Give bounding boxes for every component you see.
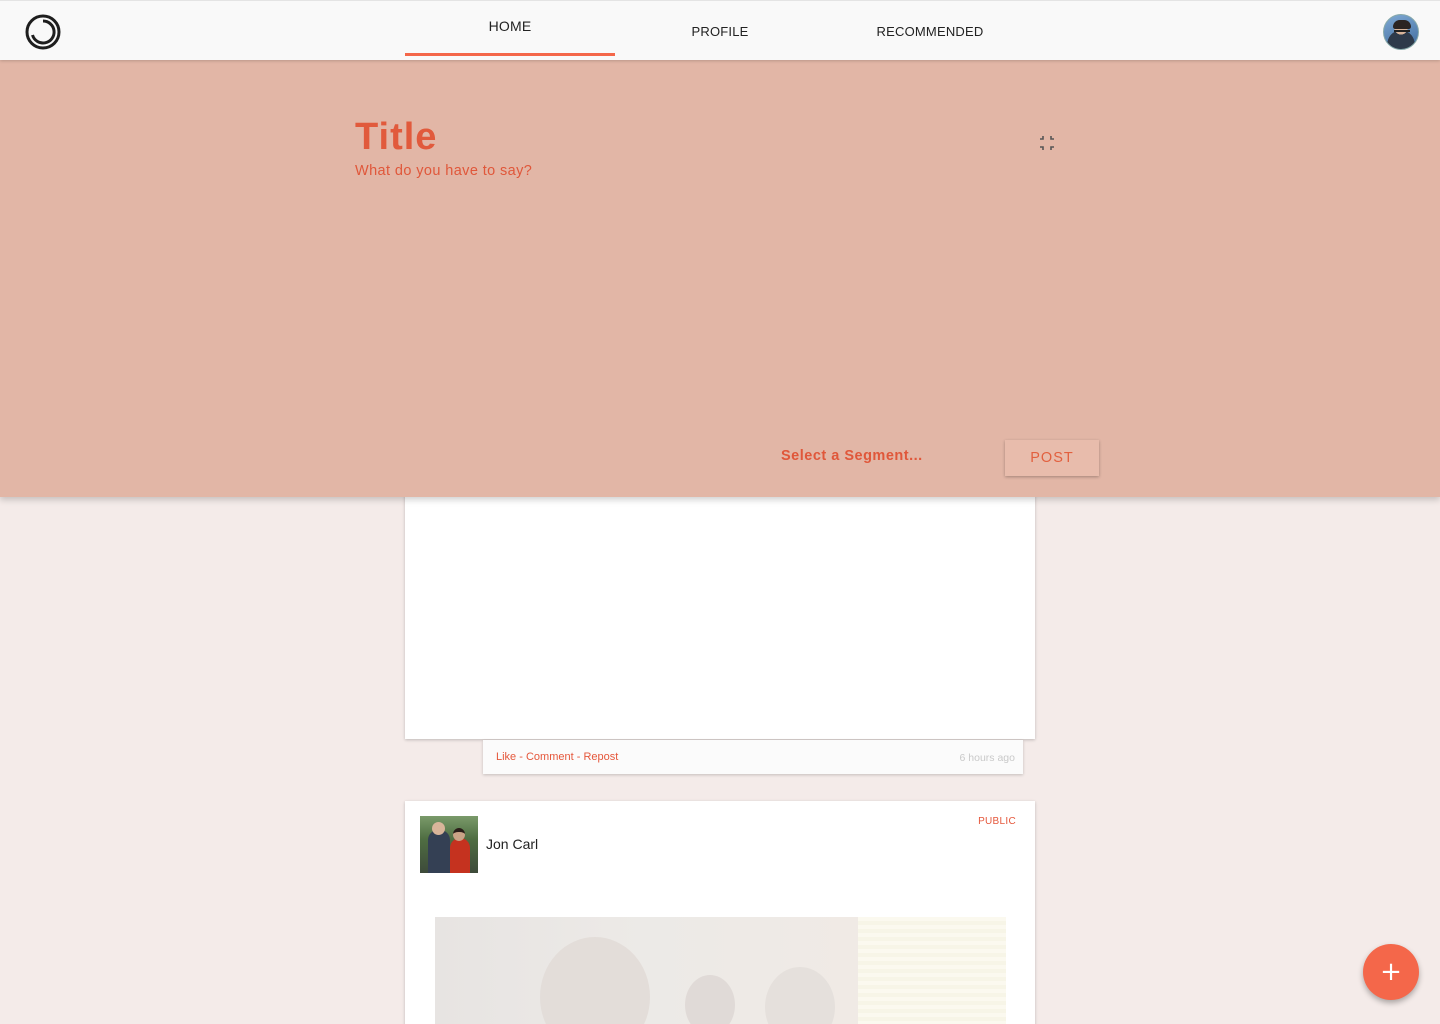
visibility-badge: PUBLIC — [978, 816, 1016, 827]
post-actions-bar: Like - Comment - Repost 6 hours ago — [483, 740, 1023, 774]
comment-link[interactable]: Comment — [526, 751, 574, 763]
post-image[interactable] — [435, 917, 1006, 1024]
title-input[interactable]: Title — [355, 116, 437, 159]
tab-home[interactable]: HOME — [405, 0, 615, 56]
action-separator: - — [573, 751, 584, 763]
repost-link[interactable]: Repost — [583, 751, 618, 763]
compose-panel: Title What do you have to say? Select a … — [0, 60, 1440, 497]
user-avatar[interactable] — [1383, 14, 1419, 50]
plus-icon: + — [1380, 957, 1402, 987]
post-card: Jon Carl PUBLIC — [405, 801, 1035, 1024]
post-timestamp: 6 hours ago — [959, 752, 1015, 764]
tab-home-label: HOME — [488, 18, 532, 34]
segment-select[interactable]: Select a Segment... — [781, 448, 923, 464]
tab-recommended[interactable]: RECOMMENDED — [825, 1, 1035, 61]
tab-recommended-label: RECOMMENDED — [876, 23, 984, 39]
author-name[interactable]: Jon Carl — [486, 836, 538, 852]
add-post-button[interactable]: + — [1363, 944, 1419, 1000]
post-card — [405, 470, 1035, 739]
top-nav-bar: HOME PROFILE RECOMMENDED — [0, 0, 1440, 60]
post-actions: Like - Comment - Repost — [496, 751, 618, 763]
post-button[interactable]: POST — [1005, 440, 1099, 476]
tab-profile-label: PROFILE — [691, 23, 749, 39]
action-separator: - — [516, 751, 526, 763]
body-input[interactable]: What do you have to say? — [355, 163, 532, 179]
author-avatar[interactable] — [420, 816, 478, 873]
ring-logo-icon[interactable] — [24, 13, 62, 51]
collapse-icon[interactable] — [1039, 135, 1055, 151]
tab-profile[interactable]: PROFILE — [615, 1, 825, 61]
like-link[interactable]: Like — [496, 751, 516, 763]
